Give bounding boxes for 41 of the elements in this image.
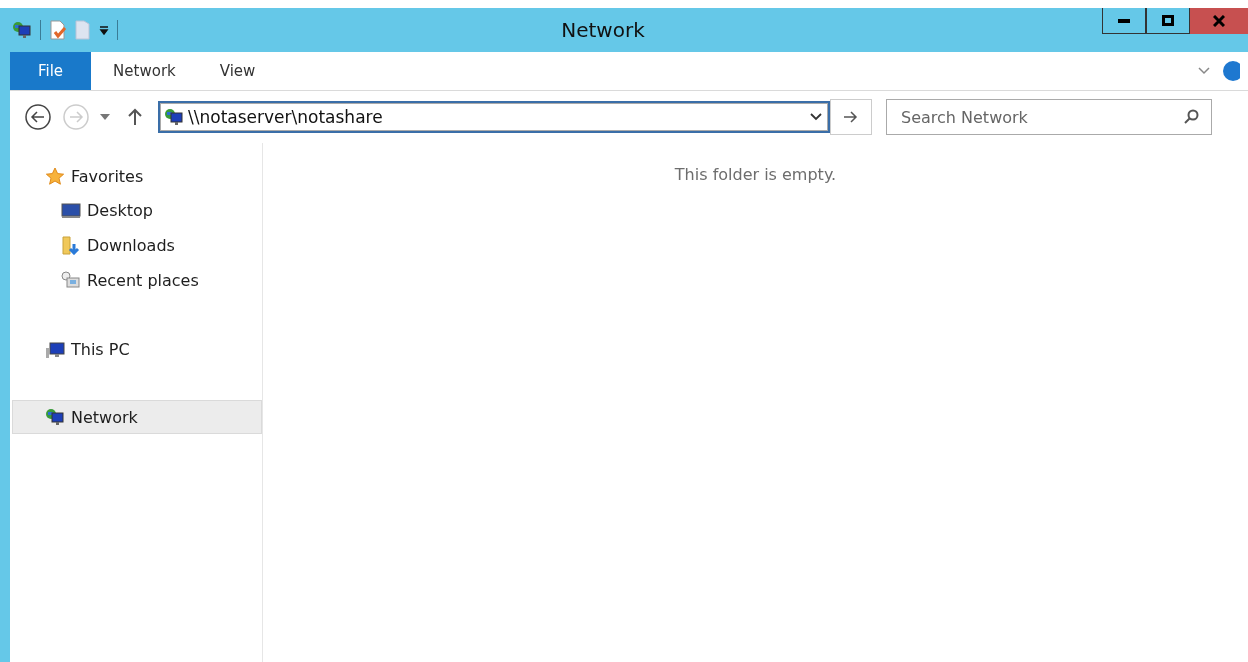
- maximize-icon: [1162, 15, 1174, 26]
- network-icon[interactable]: [12, 21, 32, 39]
- dropdown-icon[interactable]: [100, 114, 110, 120]
- empty-folder-message: This folder is empty.: [674, 165, 837, 185]
- sidebar-label: Downloads: [87, 236, 175, 255]
- network-icon: [45, 407, 65, 427]
- sidebar-label: Favorites: [71, 166, 144, 186]
- close-button[interactable]: [1190, 8, 1248, 34]
- computer-icon: [45, 339, 65, 359]
- minimize-icon: [1118, 18, 1130, 23]
- folder-download-icon: [61, 236, 81, 255]
- recent-places-icon: [61, 271, 81, 290]
- sidebar-label: Desktop: [87, 201, 153, 220]
- sidebar-label: This PC: [71, 339, 130, 359]
- minimize-button[interactable]: [1102, 8, 1146, 34]
- sidebar-item[interactable]: Network: [12, 400, 262, 434]
- ribbon-tab[interactable]: File: [10, 52, 92, 90]
- star-icon: [45, 166, 65, 186]
- dropdown-icon[interactable]: [99, 25, 109, 35]
- properties-icon[interactable]: [49, 20, 67, 40]
- help-icon[interactable]: [1222, 60, 1240, 82]
- sidebar-label: Recent places: [87, 271, 199, 290]
- back-icon[interactable]: [24, 103, 52, 131]
- arrow-right-icon: [844, 111, 858, 123]
- window-title: Network: [561, 18, 645, 42]
- address-bar[interactable]: \\notaserver\notashare: [158, 101, 830, 133]
- sidebar-item[interactable]: Downloads: [12, 228, 262, 263]
- search-box[interactable]: Search Network: [886, 99, 1212, 135]
- network-icon: [164, 108, 184, 126]
- chevron-down-icon[interactable]: [810, 113, 822, 121]
- search-icon[interactable]: [1183, 109, 1199, 125]
- sidebar-item[interactable]: Desktop: [12, 193, 262, 228]
- up-arrow-icon[interactable]: [128, 108, 142, 126]
- go-button[interactable]: [830, 99, 872, 135]
- sidebar-item[interactable]: Favorites: [12, 159, 262, 193]
- monitor-icon: [61, 201, 81, 220]
- close-icon: [1213, 15, 1225, 27]
- maximize-button[interactable]: [1146, 8, 1190, 34]
- sidebar-item[interactable]: Recent places: [12, 263, 262, 298]
- sidebar-label: Network: [71, 407, 138, 427]
- sidebar-item[interactable]: This PC: [12, 332, 262, 366]
